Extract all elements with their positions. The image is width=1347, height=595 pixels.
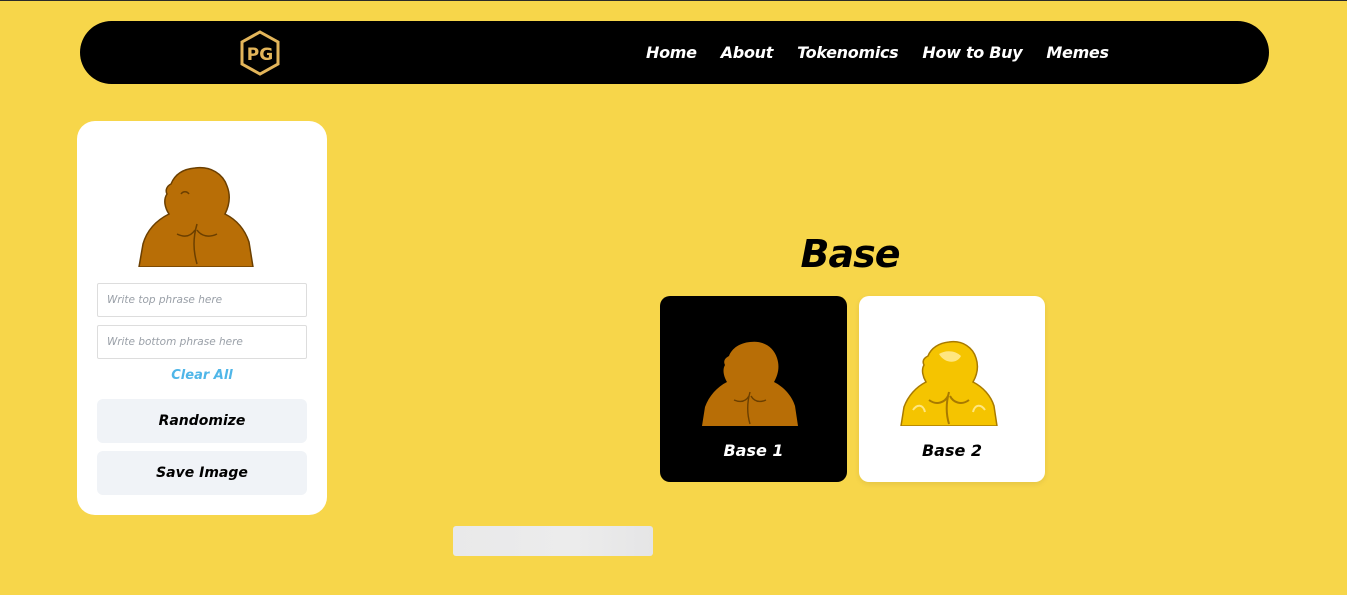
bottom-phrase-input[interactable] — [97, 325, 307, 359]
svg-text:PG: PG — [247, 45, 273, 65]
nav-link-memes[interactable]: Memes — [1046, 43, 1109, 62]
brown-bear-image — [702, 341, 798, 426]
nav-link-about[interactable]: About — [721, 43, 774, 62]
save-image-button[interactable]: Save Image — [97, 451, 307, 495]
pg-logo-icon[interactable]: PG — [238, 30, 282, 76]
top-phrase-input[interactable] — [97, 283, 307, 317]
base-1-label: Base 1 — [723, 441, 784, 460]
section-title: Base — [800, 232, 901, 276]
navbar: PG Home About Tokenomics How to Buy Meme… — [80, 21, 1269, 84]
randomize-button[interactable]: Randomize — [97, 399, 307, 443]
gold-bear-image — [900, 340, 998, 426]
meme-preview-image — [138, 166, 254, 267]
base-option-2[interactable]: Base 2 — [859, 296, 1045, 482]
nav-links: Home About Tokenomics How to Buy Memes — [646, 21, 1133, 84]
base-option-1[interactable]: Base 1 — [660, 296, 847, 482]
meme-editor-card: Clear All Randomize Save Image — [77, 121, 327, 515]
top-border — [0, 0, 1347, 1]
base-2-label: Base 2 — [921, 441, 983, 460]
nav-link-tokenomics[interactable]: Tokenomics — [797, 43, 899, 62]
loading-placeholder — [453, 526, 653, 556]
clear-all-link[interactable]: Clear All — [77, 368, 327, 383]
nav-link-how-to-buy[interactable]: How to Buy — [922, 43, 1022, 62]
nav-link-home[interactable]: Home — [646, 43, 697, 62]
